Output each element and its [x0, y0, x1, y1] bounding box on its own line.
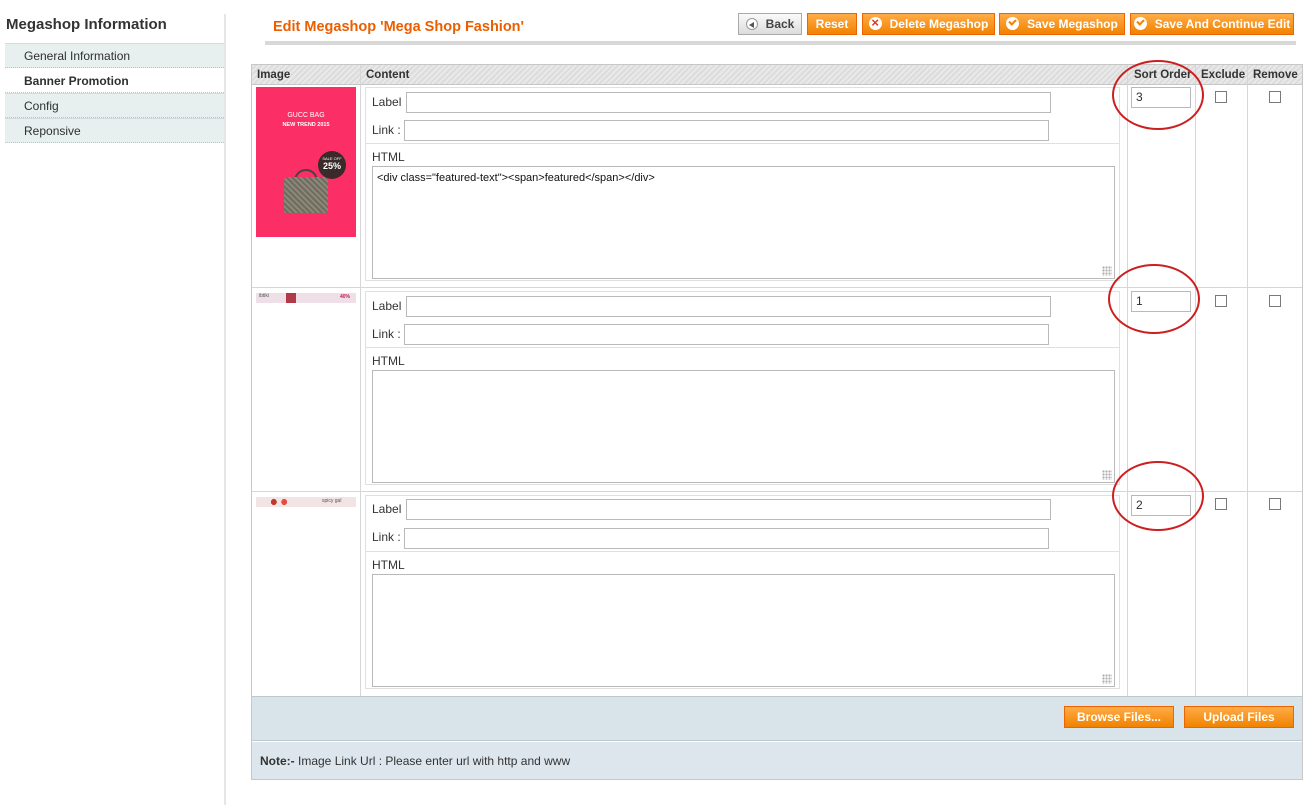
html-field-label: HTML [372, 354, 405, 368]
tab-general-information[interactable]: General Information [5, 43, 226, 68]
tab-reponsive[interactable]: Reponsive [5, 118, 226, 143]
link-field-label: Link : [372, 123, 401, 137]
delete-megashop-button[interactable]: Delete Megashop [862, 13, 995, 35]
sidebar: Megashop Information General Information… [0, 0, 228, 805]
column-exclude: Exclude [1201, 69, 1246, 81]
link-input[interactable] [404, 120, 1049, 141]
exclude-checkbox[interactable] [1215, 295, 1227, 307]
upload-bar: Browse Files... Upload Files [252, 696, 1302, 741]
html-textarea[interactable]: <div class="featured-text"><span>feature… [372, 166, 1115, 279]
resize-handle-icon[interactable] [1102, 266, 1112, 276]
flower-image [266, 498, 292, 506]
delete-icon [868, 13, 882, 33]
column-image: Image [257, 69, 291, 81]
label-field-label: Label [372, 95, 402, 109]
html-textarea-value: <div class="featured-text"><span>feature… [377, 172, 655, 184]
check-icon [1133, 17, 1147, 30]
note-bar: Note:- Image Link Url : Please enter url… [252, 742, 1302, 779]
column-divider [1247, 65, 1248, 696]
sidebar-divider [224, 14, 226, 805]
label-field-label: Label [372, 299, 402, 313]
remove-checkbox[interactable] [1269, 498, 1281, 510]
annotation-circle [1108, 264, 1200, 334]
exclude-checkbox[interactable] [1215, 91, 1227, 103]
link-input[interactable] [404, 528, 1049, 549]
back-button[interactable]: Back [738, 13, 802, 35]
annotation-circle [1112, 60, 1204, 130]
note-text: Image Link Url : Please enter url with h… [294, 754, 571, 768]
save-button-label: Save Megashop [1027, 17, 1118, 31]
label-input[interactable] [406, 296, 1051, 317]
browse-files-button[interactable]: Browse Files... [1064, 706, 1174, 728]
tab-config[interactable]: Config [5, 93, 226, 118]
note: Note:- Image Link Url : Please enter url… [260, 754, 570, 768]
label-input[interactable] [406, 499, 1051, 520]
arrow-left-icon [745, 18, 758, 30]
html-textarea[interactable] [372, 574, 1115, 687]
banner-thumbnail[interactable]: spicy gal [256, 497, 356, 507]
html-field-label: HTML [372, 558, 405, 572]
sidebar-title: Megashop Information [6, 16, 167, 33]
resize-handle-icon[interactable] [1102, 470, 1112, 480]
label-field-label: Label [372, 502, 402, 516]
field-divider [366, 551, 1120, 552]
check-icon [1006, 17, 1020, 30]
link-field-label: Link : [372, 327, 401, 341]
reset-button-label: Reset [815, 17, 849, 31]
thumb-text: GUCC BAG [287, 112, 325, 119]
sidebar-tabs: General Information Banner Promotion Con… [5, 43, 226, 143]
html-field-label: HTML [372, 150, 405, 164]
bag-image [284, 177, 328, 213]
column-remove: Remove [1253, 69, 1298, 81]
column-divider [1127, 65, 1128, 696]
delete-button-label: Delete Megashop [889, 17, 989, 31]
column-divider [360, 65, 361, 696]
page-title: Edit Megashop 'Mega Shop Fashion' [273, 19, 524, 35]
banner-thumbnail[interactable]: GUCC BAG NEW TREND 2015 SALE OFF 25% [256, 87, 356, 237]
sale-badge: SALE OFF 25% [318, 151, 346, 179]
banner-thumbnail[interactable]: ibtiki 40% [256, 293, 356, 303]
thumb-text: ibtiki [259, 293, 270, 299]
reset-button[interactable]: Reset [807, 13, 857, 35]
note-prefix: Note:- [260, 754, 295, 768]
badge-value: 25% [322, 161, 341, 171]
upload-files-button[interactable]: Upload Files [1184, 706, 1294, 728]
header-separator [265, 41, 1296, 45]
field-divider [366, 347, 1120, 348]
column-divider [1195, 65, 1196, 696]
save-continue-button-label: Save And Continue Edit [1154, 17, 1291, 31]
remove-checkbox[interactable] [1269, 91, 1281, 103]
resize-handle-icon[interactable] [1102, 674, 1112, 684]
back-button-label: Back [765, 17, 795, 31]
thumb-text: spicy gal [322, 498, 342, 504]
html-textarea[interactable] [372, 370, 1115, 483]
save-megashop-button[interactable]: Save Megashop [999, 13, 1125, 35]
tab-banner-promotion[interactable]: Banner Promotion [5, 68, 226, 93]
exclude-checkbox[interactable] [1215, 498, 1227, 510]
link-field-label: Link : [372, 530, 401, 544]
save-and-continue-button[interactable]: Save And Continue Edit [1130, 13, 1294, 35]
thumb-text: NEW TREND 2015 [282, 122, 330, 128]
model-image [286, 293, 296, 303]
label-input[interactable] [406, 92, 1051, 113]
annotation-circle [1112, 461, 1204, 531]
thumb-text: 40% [339, 294, 350, 300]
link-input[interactable] [404, 324, 1049, 345]
remove-checkbox[interactable] [1269, 295, 1281, 307]
field-divider [366, 143, 1120, 144]
column-content: Content [366, 69, 410, 81]
